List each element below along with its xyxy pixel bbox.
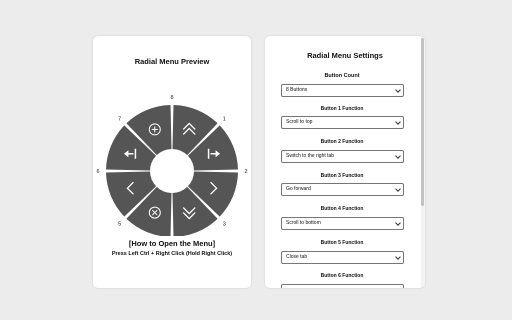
chevron-down-icon [395, 254, 401, 260]
segment-number-2: 2 [244, 169, 247, 175]
radial-menu: 12345678 [96, 95, 248, 236]
button-6-function-label: Button 6 Function [320, 273, 364, 279]
segment-number-6: 6 [96, 169, 99, 175]
button-2-function-select[interactable]: Switch to the right tab [281, 150, 404, 163]
button-5-function-value: Close tab [286, 254, 308, 260]
button-4-function-label: Button 4 Function [320, 206, 364, 212]
chevron-down-icon [395, 87, 401, 93]
segment-number-8: 8 [170, 95, 173, 101]
button-4-function-select[interactable]: Scroll to bottom [281, 217, 404, 230]
button-3-function-select[interactable]: Go forward [281, 183, 404, 196]
chevron-down-icon [395, 153, 401, 159]
preview-card: Radial Menu Preview 12345678 [How to Ope… [93, 36, 251, 288]
chevron-down-icon [395, 119, 401, 125]
settings-scrollbar[interactable] [421, 36, 425, 288]
button-count-label: Button Count [324, 73, 360, 79]
settings-title: Radial Menu Settings [307, 51, 383, 60]
button-5-function-select[interactable]: Close tab [281, 251, 404, 264]
button-3-function-value: Go forward [286, 186, 311, 192]
settings-card: Radial Menu Settings Button Count 8 Butt… [265, 36, 425, 288]
segment-number-1: 1 [223, 117, 226, 123]
chevron-down-icon [395, 287, 401, 288]
open-instruction: Press Left Ctrl + Right Click (Hold Righ… [111, 251, 233, 257]
button-3-function-label: Button 3 Function [320, 173, 364, 179]
button-count-select[interactable]: 8 Buttons [281, 84, 404, 97]
button-2-function-value: Switch to the right tab [286, 153, 335, 159]
how-to-open-heading: [How to Open the Menu] [128, 239, 216, 248]
segment-number-7: 7 [118, 117, 121, 123]
scrollbar-thumb[interactable] [421, 38, 424, 206]
button-1-function-label: Button 1 Function [320, 106, 364, 112]
segment-number-5: 5 [118, 221, 121, 227]
button-count-value: 8 Buttons [286, 87, 308, 93]
button-1-function-value: Scroll to top [286, 119, 313, 125]
chevron-down-icon [395, 186, 401, 192]
button-6-function-select[interactable] [281, 284, 404, 288]
button-1-function-select[interactable]: Scroll to top [281, 116, 404, 129]
button-5-function-label: Button 5 Function [320, 240, 364, 246]
segment-number-3: 3 [223, 221, 226, 227]
button-4-function-value: Scroll to bottom [286, 220, 321, 226]
button-2-function-label: Button 2 Function [320, 139, 364, 145]
chevron-down-icon [395, 220, 401, 226]
